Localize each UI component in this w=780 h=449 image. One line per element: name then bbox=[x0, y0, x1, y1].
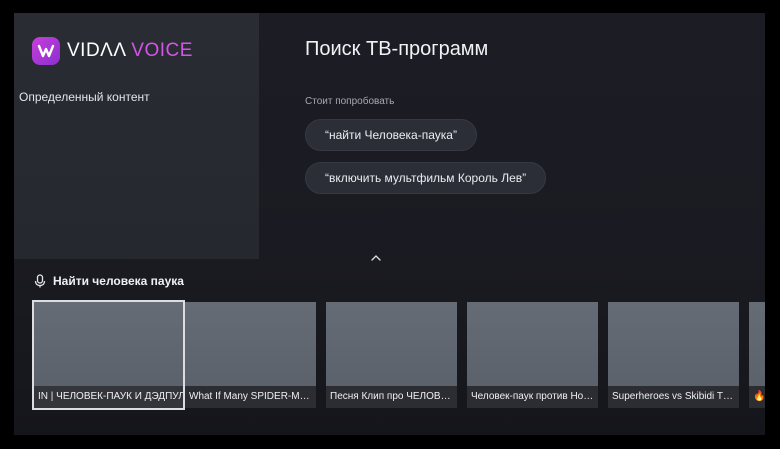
video-title: Песня Клип про ЧЕЛОВЕК… bbox=[326, 386, 457, 408]
video-title: What If Many SPIDER-MA… bbox=[185, 386, 316, 408]
video-title: Человек-паук против Но… bbox=[467, 386, 598, 408]
sidebar: VIDΛΛ VOICE bbox=[14, 13, 259, 259]
brand-wordmark: VIDΛΛ VOICE bbox=[67, 40, 193, 62]
sidebar-item-specific-content[interactable]: Определенный контент bbox=[19, 90, 150, 104]
vidaa-logo-icon bbox=[32, 37, 60, 65]
microphone-icon bbox=[34, 274, 46, 288]
video-result-card[interactable]: IN | ЧЕЛОВЕК-ПАУК И ДЭДПУЛ bbox=[32, 300, 185, 410]
suggestion-chip[interactable]: “включить мультфильм Король Лев” bbox=[305, 162, 547, 194]
video-result-card[interactable]: Человек-паук против Но… bbox=[467, 302, 598, 408]
video-title: 🔥 bbox=[749, 386, 765, 408]
chevron-up-icon[interactable] bbox=[369, 253, 383, 263]
suggestion-chip[interactable]: “найти Человека-паука” bbox=[305, 119, 477, 151]
video-result-card[interactable]: Песня Клип про ЧЕЛОВЕК… bbox=[326, 302, 457, 408]
video-title: IN | ЧЕЛОВЕК-ПАУК И ДЭДПУЛ bbox=[34, 386, 183, 408]
try-label: Стоит попробовать bbox=[305, 96, 395, 107]
video-result-card[interactable]: What If Many SPIDER-MA… bbox=[185, 302, 316, 408]
voice-query-row: Найти человека паука bbox=[32, 273, 184, 289]
brand-name-suffix: VOICE bbox=[131, 40, 193, 61]
voice-query-text: Найти человека паука bbox=[53, 274, 184, 288]
video-title: Superheroes vs Skibidi T… bbox=[608, 386, 739, 408]
brand-name-prefix: VIDΛΛ bbox=[67, 40, 126, 61]
page-title: Поиск ТВ-программ bbox=[305, 38, 489, 60]
video-result-card[interactable]: 🔥 bbox=[749, 302, 765, 408]
video-result-card[interactable]: Superheroes vs Skibidi T… bbox=[608, 302, 739, 408]
vidaa-voice-logo: VIDΛΛ VOICE bbox=[32, 36, 193, 66]
